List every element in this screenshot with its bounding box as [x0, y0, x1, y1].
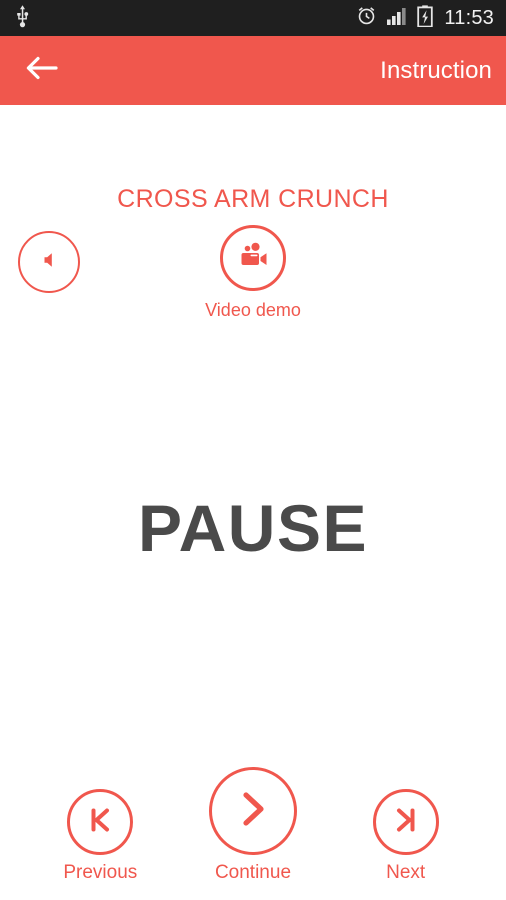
video-demo-circle [220, 225, 286, 291]
app-bar: Instruction [0, 36, 506, 105]
exercise-title: CROSS ARM CRUNCH [117, 185, 389, 213]
video-demo-button[interactable]: Video demo [173, 225, 333, 321]
app-bar-title: Instruction [380, 56, 492, 84]
status-bar-right: 11:53 [356, 4, 494, 32]
signal-bars-icon [386, 6, 408, 31]
previous-button-label: Previous [63, 862, 138, 883]
back-button[interactable] [20, 49, 64, 93]
chevron-right-icon [232, 788, 274, 835]
continue-button-label: Continue [214, 862, 292, 883]
workout-state-text: PAUSE [138, 491, 368, 565]
battery-charging-icon [417, 4, 434, 32]
next-button-label: Next [386, 862, 426, 883]
speaker-icon [38, 249, 60, 276]
status-bar: 11:53 [0, 0, 506, 36]
usb-icon [14, 4, 31, 33]
status-bar-left [14, 4, 31, 33]
app-screen: 11:53 Instruction CROSS ARM CRUNCH Video… [0, 0, 506, 900]
next-button[interactable]: Next [341, 789, 471, 884]
video-camera-icon [236, 241, 270, 276]
alarm-clock-icon [356, 5, 377, 31]
status-bar-clock: 11:53 [444, 6, 494, 29]
previous-button-circle [67, 789, 134, 855]
skip-next-icon [390, 804, 422, 841]
sound-button[interactable] [18, 231, 80, 293]
skip-previous-icon [84, 804, 116, 841]
previous-button[interactable]: Previous [35, 789, 165, 884]
continue-button-circle [208, 767, 297, 855]
continue-button[interactable]: Continue [188, 767, 318, 884]
playback-controls: Previous Continue Next [0, 762, 506, 892]
video-demo-label: Video demo [205, 300, 301, 320]
content-area: CROSS ARM CRUNCH Video demo PAUSE Previo… [0, 105, 506, 900]
arrow-left-icon [25, 55, 59, 86]
next-button-circle [372, 789, 439, 855]
